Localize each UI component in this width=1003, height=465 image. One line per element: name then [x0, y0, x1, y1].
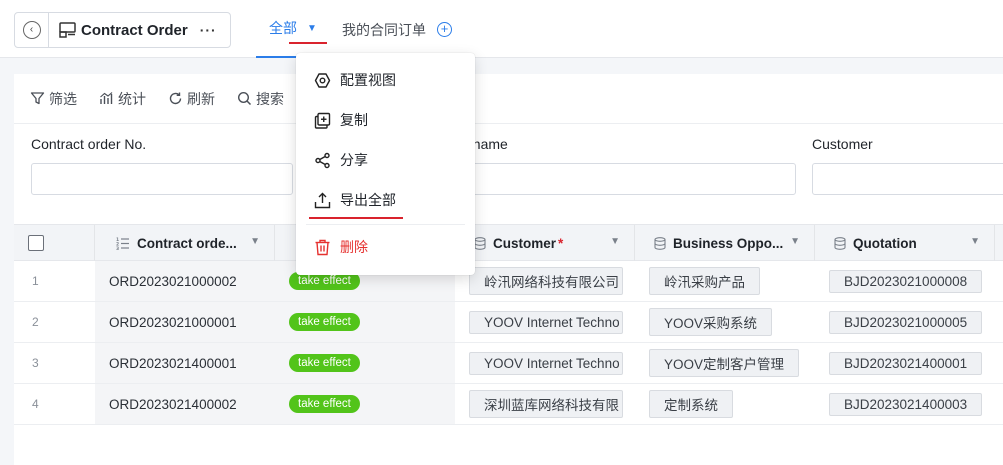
- search-icon: [237, 91, 253, 107]
- table-row[interactable]: 1 ORD2023021000002 take effect 岭汛网络科技有限公…: [14, 261, 1003, 302]
- contract-order-no-input[interactable]: [31, 163, 293, 195]
- row-number: 1: [32, 274, 39, 288]
- select-all-checkbox[interactable]: [28, 235, 44, 251]
- back-button[interactable]: ‹: [15, 13, 49, 47]
- customer-input[interactable]: [812, 163, 1003, 195]
- form-view-icon: [59, 22, 77, 38]
- order-number: ORD2023021400002: [109, 396, 237, 412]
- tab-my-contract-orders[interactable]: 我的合同订单: [342, 20, 426, 40]
- quotation-tag[interactable]: BJD2023021400003: [829, 392, 983, 416]
- menu-label: 分享: [340, 152, 368, 168]
- add-view-icon[interactable]: +: [437, 22, 452, 37]
- share-icon: [313, 151, 331, 169]
- more-options-button[interactable]: ···: [200, 22, 217, 38]
- column-label-quotation: Quotation: [853, 235, 917, 251]
- table-row[interactable]: 4 ORD2023021400002 take effect 深圳蓝库网络科技有…: [14, 384, 1003, 425]
- svg-text:3: 3: [116, 246, 119, 250]
- refresh-button[interactable]: 刷新: [168, 89, 215, 109]
- chevron-down-icon: ▼: [790, 236, 800, 247]
- numbered-list-icon: 123: [116, 237, 130, 250]
- annotation-underline: [289, 42, 327, 44]
- menu-item-copy[interactable]: 复制: [296, 100, 475, 140]
- filter-button[interactable]: 筛选: [30, 89, 77, 109]
- order-number: ORD2023021000001: [109, 314, 237, 330]
- menu-item-share[interactable]: 分享: [296, 140, 475, 180]
- customer-tag[interactable]: YOOV Internet Techno: [469, 351, 623, 375]
- customer-tag[interactable]: 岭汛网络科技有限公司: [469, 267, 623, 295]
- database-icon: [654, 236, 666, 250]
- refresh-label: 刷新: [187, 90, 215, 107]
- menu-label: 导出全部: [340, 192, 396, 208]
- column-header-business-opportunity[interactable]: Business Oppo... ▼: [635, 225, 815, 261]
- menu-item-export-all[interactable]: 导出全部: [296, 180, 475, 220]
- filter-label: 筛选: [49, 90, 77, 107]
- column-header-quotation[interactable]: Quotation ▼: [815, 225, 995, 261]
- menu-item-configure-view[interactable]: 配置视图: [296, 60, 475, 100]
- status-badge: take effect: [289, 313, 360, 331]
- trash-icon: [313, 238, 331, 256]
- menu-label: 复制: [340, 112, 368, 128]
- required-marker: *: [558, 235, 564, 251]
- tab-all[interactable]: 全部 ▼: [256, 0, 330, 58]
- table-row[interactable]: 3 ORD2023021400001 take effect YOOV Inte…: [14, 343, 1003, 384]
- funnel-icon: [30, 91, 46, 107]
- menu-item-delete[interactable]: 删除: [296, 227, 475, 267]
- refresh-icon: [168, 91, 184, 107]
- column-label-customer: Customer: [493, 235, 557, 251]
- quotation-tag[interactable]: BJD2023021000005: [829, 310, 983, 334]
- database-icon: [834, 236, 846, 250]
- order-number: ORD2023021000002: [109, 273, 237, 289]
- column-header-customer[interactable]: Customer * ▼: [455, 225, 635, 261]
- title-box: ‹ Contract Order ···: [14, 12, 231, 48]
- table-header: 123 Contract orde... ▼ Customer * ▼ Busi…: [14, 224, 1003, 261]
- main-panel: 筛选 统计 刷新 搜索 Contract order No. t name Cu…: [14, 74, 1003, 465]
- column-label-contract-order: Contract orde...: [137, 235, 237, 251]
- row-number: 2: [32, 315, 39, 329]
- menu-label: 删除: [340, 239, 368, 255]
- chevron-down-icon: ▼: [250, 236, 260, 247]
- menu-divider: [306, 224, 465, 225]
- menu-label: 配置视图: [340, 72, 396, 88]
- opportunity-tag[interactable]: 定制系统: [649, 390, 733, 418]
- status-badge: take effect: [289, 395, 360, 413]
- customer-tag[interactable]: 深圳蓝库网络科技有限: [469, 390, 623, 418]
- status-badge: take effect: [289, 354, 360, 372]
- name-input[interactable]: [454, 163, 796, 195]
- tab-all-label: 全部: [269, 20, 298, 36]
- page-title: Contract Order: [81, 21, 188, 39]
- stats-label: 统计: [118, 90, 146, 107]
- column-label-business-opportunity: Business Oppo...: [673, 235, 784, 251]
- chevron-down-icon: ▼: [307, 22, 317, 34]
- row-number: 3: [32, 356, 39, 370]
- top-bar: ‹ Contract Order ··· 全部 ▼ 我的合同订单 +: [0, 0, 1003, 58]
- column-header-contract-order[interactable]: 123 Contract orde... ▼: [95, 225, 275, 261]
- search-button[interactable]: 搜索: [237, 89, 284, 109]
- order-number: ORD2023021400001: [109, 355, 237, 371]
- row-number: 4: [32, 397, 39, 411]
- opportunity-tag[interactable]: 岭汛采购产品: [649, 267, 760, 295]
- filter-contract-order-label: Contract order No.: [31, 136, 147, 152]
- opportunity-tag[interactable]: YOOV定制客户管理: [649, 349, 800, 377]
- hexagon-gear-icon: [313, 71, 331, 89]
- quotation-tag[interactable]: BJD2023021000008: [829, 269, 983, 293]
- table-row[interactable]: 2 ORD2023021000001 take effect YOOV Inte…: [14, 302, 1003, 343]
- copy-icon: [313, 111, 331, 129]
- export-icon: [313, 191, 331, 209]
- toolbar: 筛选 统计 刷新 搜索: [14, 74, 1003, 124]
- customer-tag[interactable]: YOOV Internet Techno: [469, 310, 623, 334]
- quotation-tag[interactable]: BJD2023021400001: [829, 351, 983, 375]
- annotation-underline: [309, 217, 403, 219]
- filter-customer-label: Customer: [812, 136, 873, 152]
- chevron-left-icon: ‹: [22, 21, 41, 39]
- opportunity-tag[interactable]: YOOV采购系统: [649, 308, 773, 336]
- bar-chart-icon: [99, 91, 115, 107]
- chevron-down-icon: ▼: [610, 236, 620, 247]
- select-all-cell: [14, 225, 95, 261]
- search-label: 搜索: [256, 90, 284, 107]
- database-icon: [474, 236, 486, 250]
- chevron-down-icon: ▼: [970, 236, 980, 247]
- view-options-dropdown: 配置视图 复制 分享 导出全部 删除: [296, 53, 475, 275]
- stats-button[interactable]: 统计: [99, 89, 146, 109]
